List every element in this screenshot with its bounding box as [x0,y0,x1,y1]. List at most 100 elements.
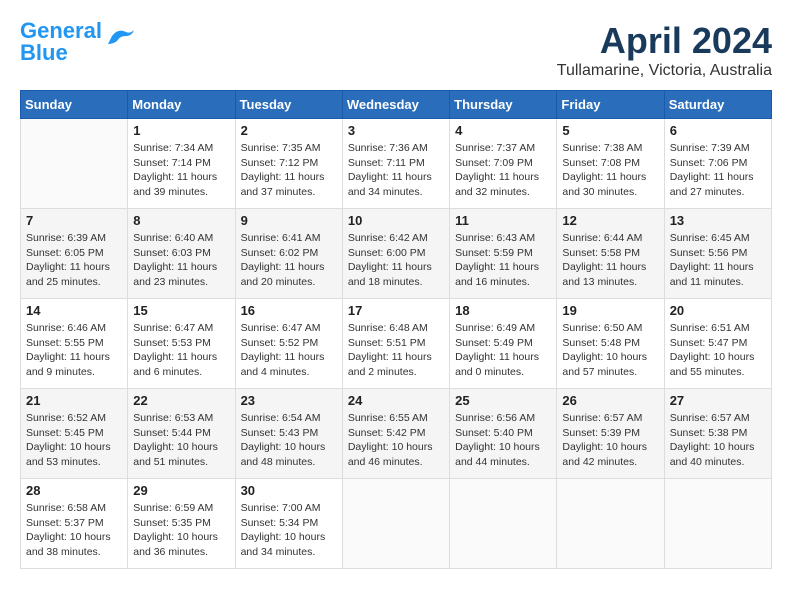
calendar-week-4: 21 Sunrise: 6:52 AMSunset: 5:45 PMDayligh… [21,389,772,479]
day-number: 25 [455,393,551,408]
logo: GeneralBlue [20,20,136,64]
day-number: 20 [670,303,766,318]
calendar-cell [342,479,449,569]
day-info: Sunrise: 6:52 AMSunset: 5:45 PMDaylight:… [26,411,122,470]
day-number: 21 [26,393,122,408]
day-info: Sunrise: 6:42 AMSunset: 6:00 PMDaylight:… [348,231,444,290]
day-info: Sunrise: 7:39 AMSunset: 7:06 PMDaylight:… [670,141,766,200]
day-number: 3 [348,123,444,138]
day-info: Sunrise: 7:37 AMSunset: 7:09 PMDaylight:… [455,141,551,200]
calendar-cell: 30 Sunrise: 7:00 AMSunset: 5:34 PMDayligh… [235,479,342,569]
day-info: Sunrise: 6:50 AMSunset: 5:48 PMDaylight:… [562,321,658,380]
day-info: Sunrise: 7:36 AMSunset: 7:11 PMDaylight:… [348,141,444,200]
calendar-cell: 18Sunrise: 6:49 AMSunset: 5:49 PMDayligh… [450,299,557,389]
day-number: 19 [562,303,658,318]
month-title: April 2024 [557,20,772,62]
calendar-cell: 11 Sunrise: 6:43 AMSunset: 5:59 PMDayligh… [450,209,557,299]
day-info: Sunrise: 6:55 AMSunset: 5:42 PMDaylight:… [348,411,444,470]
calendar-week-1: 1 Sunrise: 7:34 AMSunset: 7:14 PMDaylight… [21,119,772,209]
calendar-cell: 10 Sunrise: 6:42 AMSunset: 6:00 PMDayligh… [342,209,449,299]
day-info: Sunrise: 7:00 AMSunset: 5:34 PMDaylight:… [241,501,337,560]
logo-bird-icon [104,26,136,48]
day-number: 11 [455,213,551,228]
calendar-week-3: 14 Sunrise: 6:46 AMSunset: 5:55 PMDayligh… [21,299,772,389]
day-info: Sunrise: 6:57 AMSunset: 5:39 PMDaylight:… [562,411,658,470]
calendar-cell: 6 Sunrise: 7:39 AMSunset: 7:06 PMDaylight… [664,119,771,209]
day-info: Sunrise: 6:39 AMSunset: 6:05 PMDaylight:… [26,231,122,290]
day-number: 2 [241,123,337,138]
header-monday: Monday [128,91,235,119]
calendar-cell: 24Sunrise: 6:55 AMSunset: 5:42 PMDayligh… [342,389,449,479]
calendar-cell: 17 Sunrise: 6:48 AMSunset: 5:51 PMDayligh… [342,299,449,389]
day-info: Sunrise: 6:47 AMSunset: 5:53 PMDaylight:… [133,321,229,380]
day-info: Sunrise: 6:58 AMSunset: 5:37 PMDaylight:… [26,501,122,560]
day-number: 9 [241,213,337,228]
day-number: 29 [133,483,229,498]
day-info: Sunrise: 6:47 AMSunset: 5:52 PMDaylight:… [241,321,337,380]
calendar-cell: 1 Sunrise: 7:34 AMSunset: 7:14 PMDaylight… [128,119,235,209]
title-section: April 2024 Tullamarine, Victoria, Austra… [557,20,772,80]
calendar-cell: 13 Sunrise: 6:45 AMSunset: 5:56 PMDayligh… [664,209,771,299]
location-subtitle: Tullamarine, Victoria, Australia [557,62,772,80]
calendar-cell: 29 Sunrise: 6:59 AMSunset: 5:35 PMDayligh… [128,479,235,569]
day-number: 1 [133,123,229,138]
header-wednesday: Wednesday [342,91,449,119]
day-info: Sunrise: 7:38 AMSunset: 7:08 PMDaylight:… [562,141,658,200]
calendar-cell: 2 Sunrise: 7:35 AMSunset: 7:12 PMDaylight… [235,119,342,209]
day-number: 23 [241,393,337,408]
day-info: Sunrise: 6:44 AMSunset: 5:58 PMDaylight:… [562,231,658,290]
day-number: 17 [348,303,444,318]
day-number: 27 [670,393,766,408]
day-info: Sunrise: 7:34 AMSunset: 7:14 PMDaylight:… [133,141,229,200]
calendar-cell: 19 Sunrise: 6:50 AMSunset: 5:48 PMDayligh… [557,299,664,389]
calendar-cell: 7Sunrise: 6:39 AMSunset: 6:05 PMDaylight… [21,209,128,299]
day-info: Sunrise: 6:41 AMSunset: 6:02 PMDaylight:… [241,231,337,290]
calendar-cell: 26 Sunrise: 6:57 AMSunset: 5:39 PMDayligh… [557,389,664,479]
day-number: 16 [241,303,337,318]
calendar-cell: 22Sunrise: 6:53 AMSunset: 5:44 PMDayligh… [128,389,235,479]
day-number: 14 [26,303,122,318]
day-info: Sunrise: 6:40 AMSunset: 6:03 PMDaylight:… [133,231,229,290]
day-info: Sunrise: 6:56 AMSunset: 5:40 PMDaylight:… [455,411,551,470]
calendar-cell [664,479,771,569]
header-friday: Friday [557,91,664,119]
day-number: 12 [562,213,658,228]
calendar-cell: 14 Sunrise: 6:46 AMSunset: 5:55 PMDayligh… [21,299,128,389]
calendar-cell [557,479,664,569]
calendar-week-2: 7Sunrise: 6:39 AMSunset: 6:05 PMDaylight… [21,209,772,299]
day-number: 30 [241,483,337,498]
header-tuesday: Tuesday [235,91,342,119]
day-info: Sunrise: 6:57 AMSunset: 5:38 PMDaylight:… [670,411,766,470]
calendar-cell: 23 Sunrise: 6:54 AMSunset: 5:43 PMDayligh… [235,389,342,479]
day-info: Sunrise: 6:51 AMSunset: 5:47 PMDaylight:… [670,321,766,380]
day-number: 5 [562,123,658,138]
calendar-cell: 4Sunrise: 7:37 AMSunset: 7:09 PMDaylight… [450,119,557,209]
calendar-cell [450,479,557,569]
header-sunday: Sunday [21,91,128,119]
day-info: Sunrise: 7:35 AMSunset: 7:12 PMDaylight:… [241,141,337,200]
calendar-cell: 12 Sunrise: 6:44 AMSunset: 5:58 PMDayligh… [557,209,664,299]
calendar-cell: 21 Sunrise: 6:52 AMSunset: 5:45 PMDayligh… [21,389,128,479]
day-info: Sunrise: 6:46 AMSunset: 5:55 PMDaylight:… [26,321,122,380]
day-number: 28 [26,483,122,498]
day-number: 22 [133,393,229,408]
calendar-cell: 25 Sunrise: 6:56 AMSunset: 5:40 PMDayligh… [450,389,557,479]
day-info: Sunrise: 6:59 AMSunset: 5:35 PMDaylight:… [133,501,229,560]
day-info: Sunrise: 6:54 AMSunset: 5:43 PMDaylight:… [241,411,337,470]
day-info: Sunrise: 6:48 AMSunset: 5:51 PMDaylight:… [348,321,444,380]
day-info: Sunrise: 6:45 AMSunset: 5:56 PMDaylight:… [670,231,766,290]
header-saturday: Saturday [664,91,771,119]
calendar-cell: 9 Sunrise: 6:41 AMSunset: 6:02 PMDaylight… [235,209,342,299]
calendar-header-row: SundayMondayTuesdayWednesdayThursdayFrid… [21,91,772,119]
day-number: 26 [562,393,658,408]
day-number: 13 [670,213,766,228]
logo-text: GeneralBlue [20,20,102,64]
calendar-cell [21,119,128,209]
header-thursday: Thursday [450,91,557,119]
day-info: Sunrise: 6:43 AMSunset: 5:59 PMDaylight:… [455,231,551,290]
day-number: 6 [670,123,766,138]
calendar-cell: 16 Sunrise: 6:47 AMSunset: 5:52 PMDayligh… [235,299,342,389]
calendar-week-5: 28 Sunrise: 6:58 AMSunset: 5:37 PMDayligh… [21,479,772,569]
day-info: Sunrise: 6:49 AMSunset: 5:49 PMDaylight:… [455,321,551,380]
day-number: 10 [348,213,444,228]
